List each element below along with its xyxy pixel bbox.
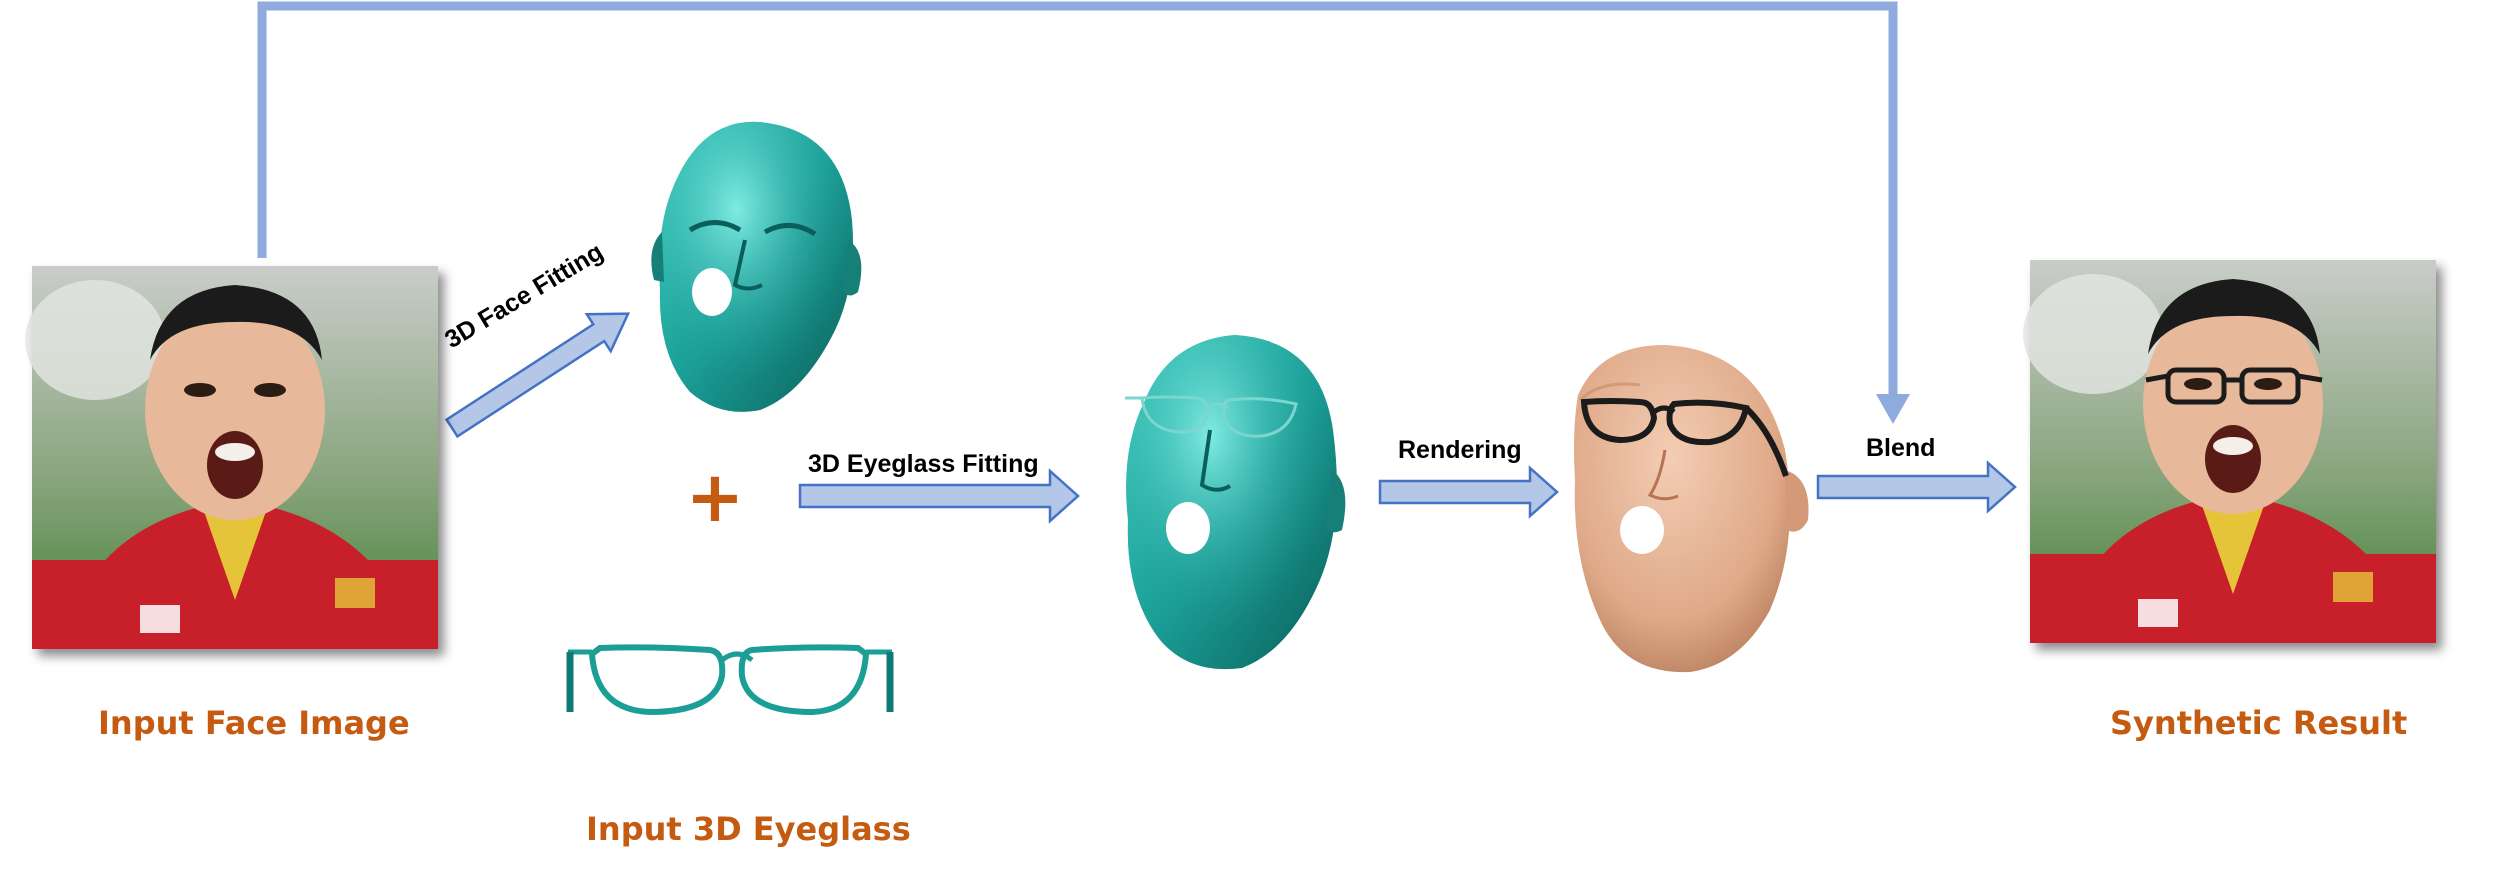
result-photo-frame: [2030, 260, 2436, 643]
synthetic-result-caption: Synthetic Result: [2110, 704, 2408, 742]
skip-connector-arrowhead: [1876, 394, 1910, 424]
rendered-face: [1574, 345, 1809, 673]
rendering-label: Rendering: [1398, 436, 1522, 464]
eyeglass-mesh: [566, 644, 894, 716]
blend-label: Blend: [1866, 434, 1936, 462]
input-eyeglass-caption: Input 3D Eyeglass: [586, 810, 911, 848]
rendering-arrow: [1378, 465, 1559, 519]
input-face-caption: Input Face Image: [98, 704, 410, 742]
fitted-mesh: [1125, 335, 1346, 670]
face-mesh: [651, 121, 862, 412]
plus-sign: +: [686, 456, 745, 538]
blend-arrow: [1816, 460, 2017, 514]
skip-connector: [257, 1, 1898, 398]
input-photo-frame: [32, 266, 438, 649]
eyeglass-fitting-label: 3D Eyeglass Fitting: [808, 450, 1039, 478]
